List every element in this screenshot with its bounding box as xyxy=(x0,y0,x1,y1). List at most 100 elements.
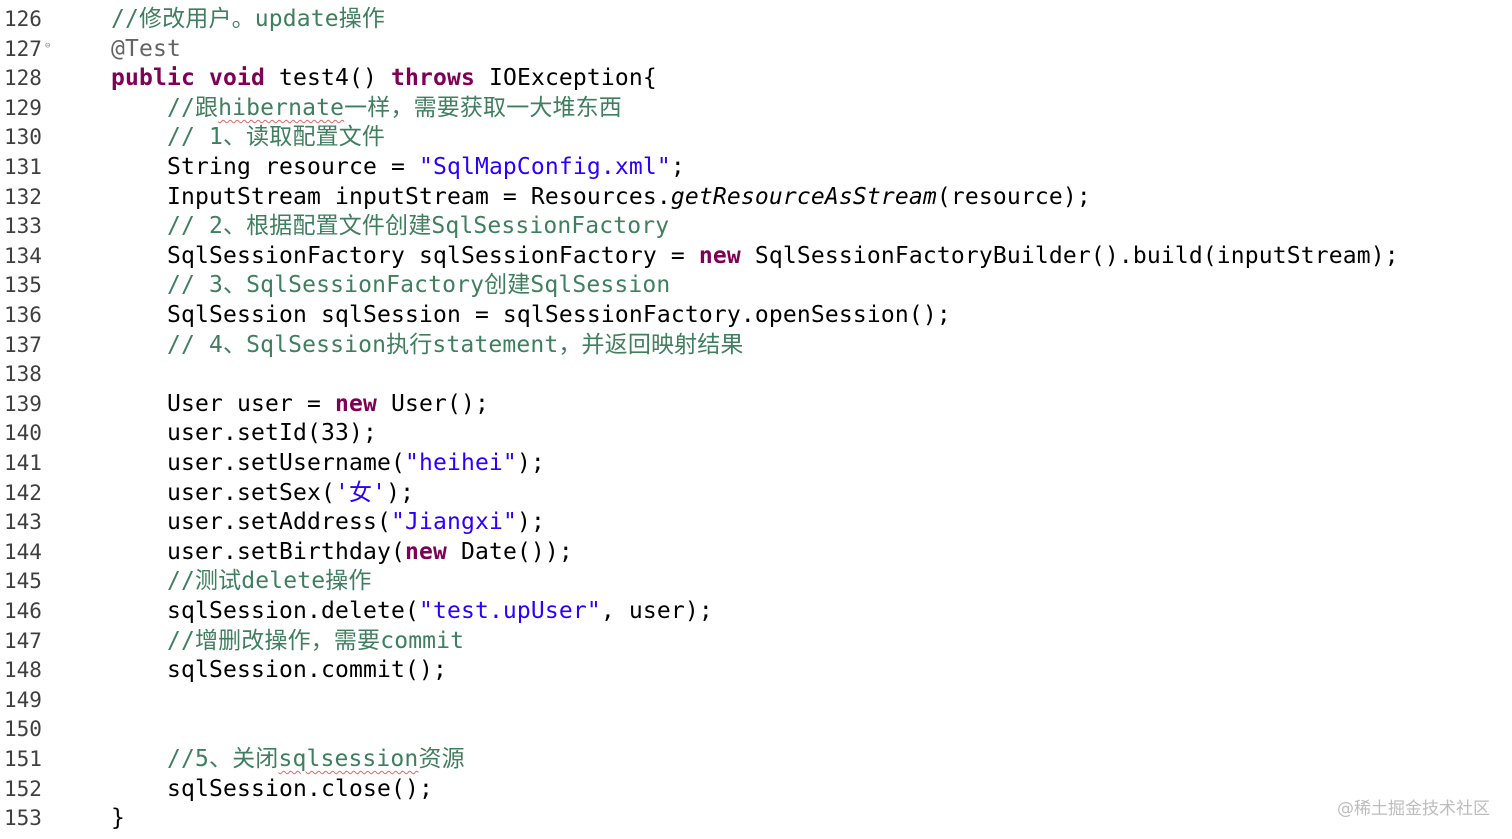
code-text: User user = new User(); xyxy=(167,390,489,418)
code-token: User user = xyxy=(167,390,335,417)
code-token: } xyxy=(111,805,125,832)
line-number: 145 xyxy=(4,569,42,594)
code-token: //5、关闭 xyxy=(167,746,279,772)
line-number: 135 xyxy=(4,273,42,298)
code-line[interactable]: 137 // 4、SqlSession执行statement，并返回映射结果 xyxy=(0,330,1512,360)
line-number: 132 xyxy=(4,184,42,209)
code-token: getResourceAsStream xyxy=(670,183,937,210)
code-token: new xyxy=(334,390,377,417)
code-token: user.setUsername( xyxy=(167,450,405,476)
code-line[interactable]: 129 //跟hibernate一样，需要获取一大堆东西 xyxy=(0,93,1512,123)
code-text: // 4、SqlSession执行statement，并返回映射结果 xyxy=(167,331,744,359)
code-token: IOException{ xyxy=(474,65,657,92)
line-number: 136 xyxy=(4,303,42,327)
line-number: 150 xyxy=(4,717,42,742)
code-token: user.setBirthday( xyxy=(167,538,405,565)
code-text: public void test4() throws IOException{ xyxy=(111,64,657,92)
code-token: user.setAddress( xyxy=(167,509,391,536)
code-text: //5、关闭sqlsession资源 xyxy=(167,745,465,773)
code-token: "Jiangxi" xyxy=(390,509,517,536)
code-line[interactable]: 153} xyxy=(0,803,1512,833)
code-text: @Test xyxy=(111,35,181,63)
code-token: user.setId(33); xyxy=(167,420,377,447)
code-line[interactable]: 127 ⊖ @Test xyxy=(0,34,1512,64)
code-line[interactable]: 136 SqlSession sqlSession = sqlSessionFac… xyxy=(0,300,1512,330)
code-token: sqlSession.commit(); xyxy=(167,657,447,684)
code-line[interactable]: 130 // 1、读取配置文件 xyxy=(0,122,1512,152)
code-line[interactable]: 150 xyxy=(0,714,1512,744)
code-line[interactable]: 141 user.setUsername("heihei"); xyxy=(0,448,1512,478)
line-number: 134 xyxy=(4,243,42,268)
line-number: 126 xyxy=(4,7,42,31)
code-line[interactable]: 147 //增删改操作，需要commit xyxy=(0,626,1512,656)
code-token: InputStream inputStream = Resources. xyxy=(167,183,671,210)
code-line[interactable]: 140 user.setId(33); xyxy=(0,418,1512,448)
code-token: // 4、SqlSession执行statement，并返回映射结果 xyxy=(167,331,744,358)
line-number: 149 xyxy=(4,687,42,712)
code-token: //修改用户。update操作 xyxy=(111,6,386,32)
code-text: user.setUsername("heihei"); xyxy=(167,449,545,477)
code-line[interactable]: 135 // 3、SqlSessionFactory创建SqlSession xyxy=(0,270,1512,300)
line-number: 153 xyxy=(4,806,42,831)
code-line[interactable]: 144 user.setBirthday(new Date()); xyxy=(0,537,1512,567)
code-line[interactable]: 149 xyxy=(0,685,1512,715)
code-token: // 2、根据配置文件创建SqlSessionFactory xyxy=(167,213,670,240)
code-line[interactable]: 131 String resource = "SqlMapConfig.xml"; xyxy=(0,152,1512,182)
code-token: ); xyxy=(516,450,545,476)
code-line[interactable]: 151 //5、关闭sqlsession资源 xyxy=(0,744,1512,774)
code-text: // 3、SqlSessionFactory创建SqlSession xyxy=(167,271,670,299)
code-line[interactable]: 133 // 2、根据配置文件创建SqlSessionFactory xyxy=(0,211,1512,241)
code-line[interactable]: 134 SqlSessionFactory sqlSessionFactory =… xyxy=(0,241,1512,271)
code-text: String resource = "SqlMapConfig.xml"; xyxy=(167,153,685,181)
line-number: 146 xyxy=(4,599,42,623)
code-text: //跟hibernate一样，需要获取一大堆东西 xyxy=(167,94,622,122)
code-token: test4() xyxy=(264,65,391,92)
code-token: throws xyxy=(390,65,475,92)
code-token: @Test xyxy=(111,35,181,62)
code-token: 资源 xyxy=(418,746,465,772)
code-text: user.setId(33); xyxy=(167,419,377,447)
line-number: 131 xyxy=(4,155,42,179)
code-token: //增删改操作，需要commit xyxy=(167,627,465,654)
code-token: sqlsession xyxy=(278,746,419,772)
line-number: 127 xyxy=(4,36,42,61)
code-line[interactable]: 146 sqlSession.delete("test.upUser", user… xyxy=(0,596,1512,626)
code-text: sqlSession.close(); xyxy=(167,775,433,803)
fold-toggle-icon[interactable]: ⊖ xyxy=(45,41,50,51)
code-text: // 1、读取配置文件 xyxy=(167,123,385,151)
code-token: '女' xyxy=(334,479,387,506)
code-token: SqlSession sqlSession = sqlSessionFactor… xyxy=(167,302,951,328)
code-token: void xyxy=(208,65,265,92)
code-token: // 3、SqlSessionFactory创建SqlSession xyxy=(167,272,671,299)
code-token: new xyxy=(404,538,447,565)
code-line[interactable]: 139 User user = new User(); xyxy=(0,389,1512,419)
code-text: SqlSessionFactory sqlSessionFactory = ne… xyxy=(167,242,1399,270)
code-token: ); xyxy=(516,509,545,536)
code-token: ; xyxy=(670,154,685,180)
code-text: //修改用户。update操作 xyxy=(111,5,385,33)
code-text: sqlSession.commit(); xyxy=(167,656,447,684)
code-line[interactable]: 132 InputStream inputStream = Resources.g… xyxy=(0,182,1512,212)
line-number: 140 xyxy=(4,421,42,446)
code-token: ); xyxy=(386,479,415,506)
code-text: InputStream inputStream = Resources.getR… xyxy=(167,183,1091,211)
code-text: user.setAddress("Jiangxi"); xyxy=(167,508,545,536)
code-line[interactable]: 128 public void test4() throws IOExceptio… xyxy=(0,63,1512,93)
line-number: 128 xyxy=(4,66,42,91)
code-line[interactable]: 148 sqlSession.commit(); xyxy=(0,655,1512,685)
code-line[interactable]: 143 user.setAddress("Jiangxi"); xyxy=(0,507,1512,537)
line-number: 147 xyxy=(4,628,42,653)
code-line[interactable]: 138 xyxy=(0,359,1512,389)
line-number: 143 xyxy=(4,510,42,535)
line-number: 138 xyxy=(4,362,42,387)
code-line[interactable]: 152 sqlSession.close(); xyxy=(0,774,1512,804)
line-number: 151 xyxy=(4,747,42,771)
code-editor[interactable]: 126 //修改用户。update操作 127 ⊖ @Test 128 public voi… xyxy=(0,0,1512,839)
code-text: // 2、根据配置文件创建SqlSessionFactory xyxy=(167,212,669,240)
code-token: (resource); xyxy=(936,183,1091,210)
code-text: //测试delete操作 xyxy=(167,567,372,595)
code-text: } xyxy=(111,804,125,832)
code-line[interactable]: 145 //测试delete操作 xyxy=(0,566,1512,596)
code-line[interactable]: 126 //修改用户。update操作 xyxy=(0,4,1512,34)
code-line[interactable]: 142 user.setSex('女'); xyxy=(0,478,1512,508)
